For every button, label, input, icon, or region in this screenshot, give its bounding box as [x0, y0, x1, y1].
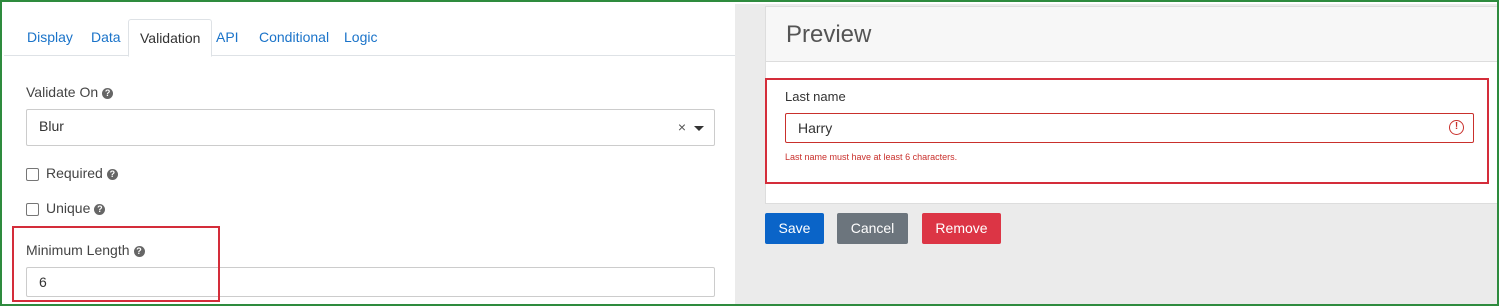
- unique-label: Unique?: [46, 200, 106, 216]
- save-button[interactable]: Save: [765, 213, 824, 244]
- unique-checkbox[interactable]: [26, 203, 39, 216]
- tab-logic[interactable]: Logic: [333, 19, 388, 57]
- tab-conditional[interactable]: Conditional: [248, 19, 340, 57]
- clear-icon[interactable]: ×: [678, 119, 686, 135]
- remove-button[interactable]: Remove: [922, 213, 1001, 244]
- highlight-box: [12, 226, 220, 302]
- required-checkbox[interactable]: [26, 168, 39, 181]
- help-icon[interactable]: ?: [106, 169, 118, 180]
- help-icon[interactable]: ?: [102, 88, 114, 99]
- caret-down-icon[interactable]: [694, 126, 704, 131]
- validate-on-value: Blur: [39, 118, 64, 134]
- preview-panel: Preview Last name Harry ! Last name must…: [735, 4, 1497, 304]
- tab-api[interactable]: API: [205, 19, 250, 57]
- validate-on-select[interactable]: Blur ×: [26, 109, 715, 146]
- required-label-text: Required: [46, 165, 103, 181]
- validate-on-label-text: Validate On: [26, 84, 99, 100]
- preview-header: Preview: [766, 7, 1497, 62]
- unique-label-text: Unique: [46, 200, 91, 216]
- tab-validation[interactable]: Validation: [128, 19, 213, 57]
- tab-display[interactable]: Display: [16, 19, 84, 57]
- cancel-button[interactable]: Cancel: [837, 213, 908, 244]
- tab-bar: Display Data Validation API Conditional …: [4, 4, 735, 57]
- help-icon[interactable]: ?: [94, 204, 106, 215]
- preview-title: Preview: [786, 21, 872, 48]
- tab-data[interactable]: Data: [80, 19, 132, 57]
- window-frame: Display Data Validation API Conditional …: [0, 0, 1499, 306]
- required-label: Required?: [46, 165, 118, 181]
- validate-on-label: Validate On?: [26, 84, 114, 100]
- highlight-box: [765, 78, 1489, 184]
- settings-panel: Display Data Validation API Conditional …: [4, 4, 735, 304]
